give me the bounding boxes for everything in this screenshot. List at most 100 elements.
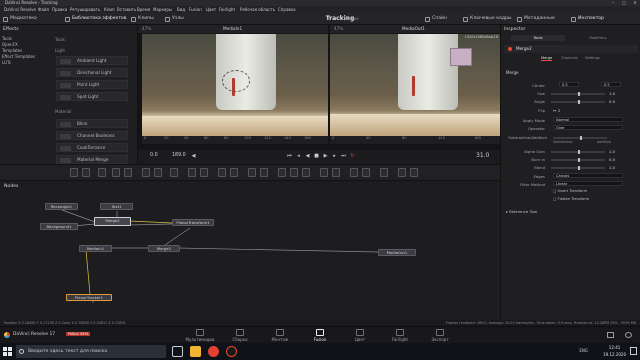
tool-camera-icon[interactable] [290,168,298,177]
node-merge2[interactable]: Merge2 [94,217,131,226]
page-cut[interactable]: Сборка [220,328,260,343]
tab-tools[interactable]: Tools [511,35,565,41]
notification-icon[interactable] [630,347,637,355]
effect-channel-booleans[interactable]: Channel Booleans [56,131,128,140]
tool-merge-icon[interactable] [112,168,120,177]
clips-button[interactable]: Клипы [130,14,154,24]
alpha-gain-slider[interactable] [551,150,605,154]
page-color[interactable]: Цвет [340,328,380,343]
angle-value[interactable]: 0.0 [609,99,615,104]
node-mediain1[interactable]: MediaIn1 [79,245,112,252]
current-frame[interactable]: 31.0 [476,152,489,159]
left-viewer-image[interactable] [142,34,328,136]
effect-blinn[interactable]: Blinn [56,119,128,128]
tool-particles-icon[interactable] [332,168,340,177]
menu-time[interactable]: Время [137,6,150,13]
task-view-icon[interactable] [172,346,183,357]
windows-start-icon[interactable] [3,347,12,356]
effect-ambient-light[interactable]: Ambient Light [56,56,128,65]
node-editor[interactable]: Nodes Rectangle1 Text1 Background1 Merge… [0,180,500,320]
tab-modifiers[interactable]: Modifiers [571,35,625,41]
tool-transform-icon[interactable] [170,168,178,177]
settings-gear-icon[interactable] [625,332,632,338]
node-text1[interactable]: Text1 [100,203,133,210]
loop-icon[interactable]: ↻ [349,153,356,160]
page-fusion[interactable]: Fusion [300,328,340,343]
tool-merge3d-icon[interactable] [362,168,370,177]
davinci-taskbar-icon[interactable] [226,346,237,357]
tool-image-plane-icon[interactable] [380,168,388,177]
menu-markers[interactable]: Маркеры [153,6,172,13]
tool-polygon-icon[interactable] [188,168,196,177]
operator-select[interactable]: Over [553,125,623,130]
filter-select[interactable]: Linear [553,181,623,186]
menu-fusion[interactable]: Fusion [189,6,202,13]
media-pool-button[interactable]: Медиатека [2,14,37,24]
spline-button[interactable]: Спайн [424,14,447,24]
node-merge1[interactable]: Merge1 [148,245,180,252]
menu-view[interactable]: Вид [177,6,185,13]
inspector-button[interactable]: Инспектор [570,14,604,24]
step-forward-icon[interactable]: ▸ [331,153,338,160]
flatten-transform-checkbox[interactable]: □ Flatten Transform [553,197,589,201]
menu-fairlight[interactable]: Fairlight [219,6,235,13]
node-planartransform1[interactable]: PlanarTransform1 [172,219,214,226]
tree-item-templates[interactable]: Templates [2,48,22,53]
tool-tracker-icon[interactable] [248,168,256,177]
subadd-slider[interactable] [553,136,607,140]
menu-workspace[interactable]: Рабочая область [240,6,275,13]
effect-spot-light[interactable]: Spot Light [56,92,128,101]
effect-cooktorrance[interactable]: CookTorrance [56,143,128,152]
menu-edit[interactable]: Правка [52,6,67,13]
stop-icon[interactable]: ■ [313,153,320,160]
blend-value[interactable]: 1.0 [609,165,615,170]
tool-3d-shape-icon[interactable] [278,168,286,177]
size-value[interactable]: 1.0 [609,91,615,96]
node-rectangle1[interactable]: Rectangle1 [45,203,78,210]
left-viewer-zoom[interactable]: 47% [142,25,151,33]
left-viewer-ruler[interactable]: 0 20 40 60 80 100 120 140 160 [142,136,328,144]
end-frame[interactable]: 189.0 [172,153,186,158]
apply-mode-select[interactable]: Normal [553,117,623,122]
tool-ellipse-icon[interactable] [230,168,238,177]
tool-light-icon[interactable] [302,168,310,177]
tab-merge[interactable]: Merge [541,56,553,61]
tool-matte-icon[interactable] [124,168,132,177]
nodes-button[interactable]: Узлы [164,14,184,24]
tool-distort-icon[interactable] [398,168,406,177]
right-viewer-image[interactable]: 1920x1080xfloat16 [330,34,500,136]
browser-icon[interactable] [208,346,219,357]
effect-material-merge[interactable]: Material Merge [56,155,128,164]
tool-planar-icon[interactable] [260,168,268,177]
tool-text-icon[interactable] [98,168,106,177]
audio-icon[interactable]: ◀ [190,153,197,160]
flip-toggle-icon[interactable]: ↔ ↕ [553,108,561,113]
node-mediaout1[interactable]: MediaOut1 [378,249,416,256]
burn-in-value[interactable]: 0.0 [609,157,615,162]
home-icon[interactable] [607,332,614,338]
edges-select[interactable]: Canvas [553,173,623,178]
right-viewer-ruler[interactable]: 0 40 80 120 160 [330,136,500,144]
effect-point-light[interactable]: Point Light [56,80,128,89]
metadata-button[interactable]: Метаданные [516,14,555,24]
tool-rectangle-icon[interactable] [218,168,226,177]
tool-color-icon[interactable] [154,168,162,177]
invert-transform-checkbox[interactable]: □ Invert Transform [553,189,587,193]
menu-davinci[interactable]: DaVinci Resolve [4,6,36,13]
system-tray-language[interactable]: ENG [579,348,588,353]
menu-insert[interactable]: Вставить [117,6,136,13]
tool-fx-icon[interactable] [350,168,358,177]
burn-in-slider[interactable] [551,158,605,162]
node-planartracker1[interactable]: PlanarTracker1 [66,294,112,301]
center-y-field[interactable]: 0.5 [601,82,621,87]
node-background1[interactable]: Background1 [40,223,78,230]
go-to-start-icon[interactable]: ⏮ [286,153,293,160]
taskbar-search-input[interactable]: Введите здесь текст для поиска [16,345,166,358]
taskbar-clock[interactable]: 12:41 19.12.2020 [603,345,626,358]
tree-item-luts[interactable]: LUTs [2,60,11,65]
section-merge[interactable]: Merge [506,70,519,75]
tool-background-icon[interactable] [70,168,78,177]
tree-item-effect-templates[interactable]: Effect Templates [2,54,35,59]
page-edit[interactable]: Монтаж [260,328,300,343]
angle-slider[interactable] [551,100,605,104]
